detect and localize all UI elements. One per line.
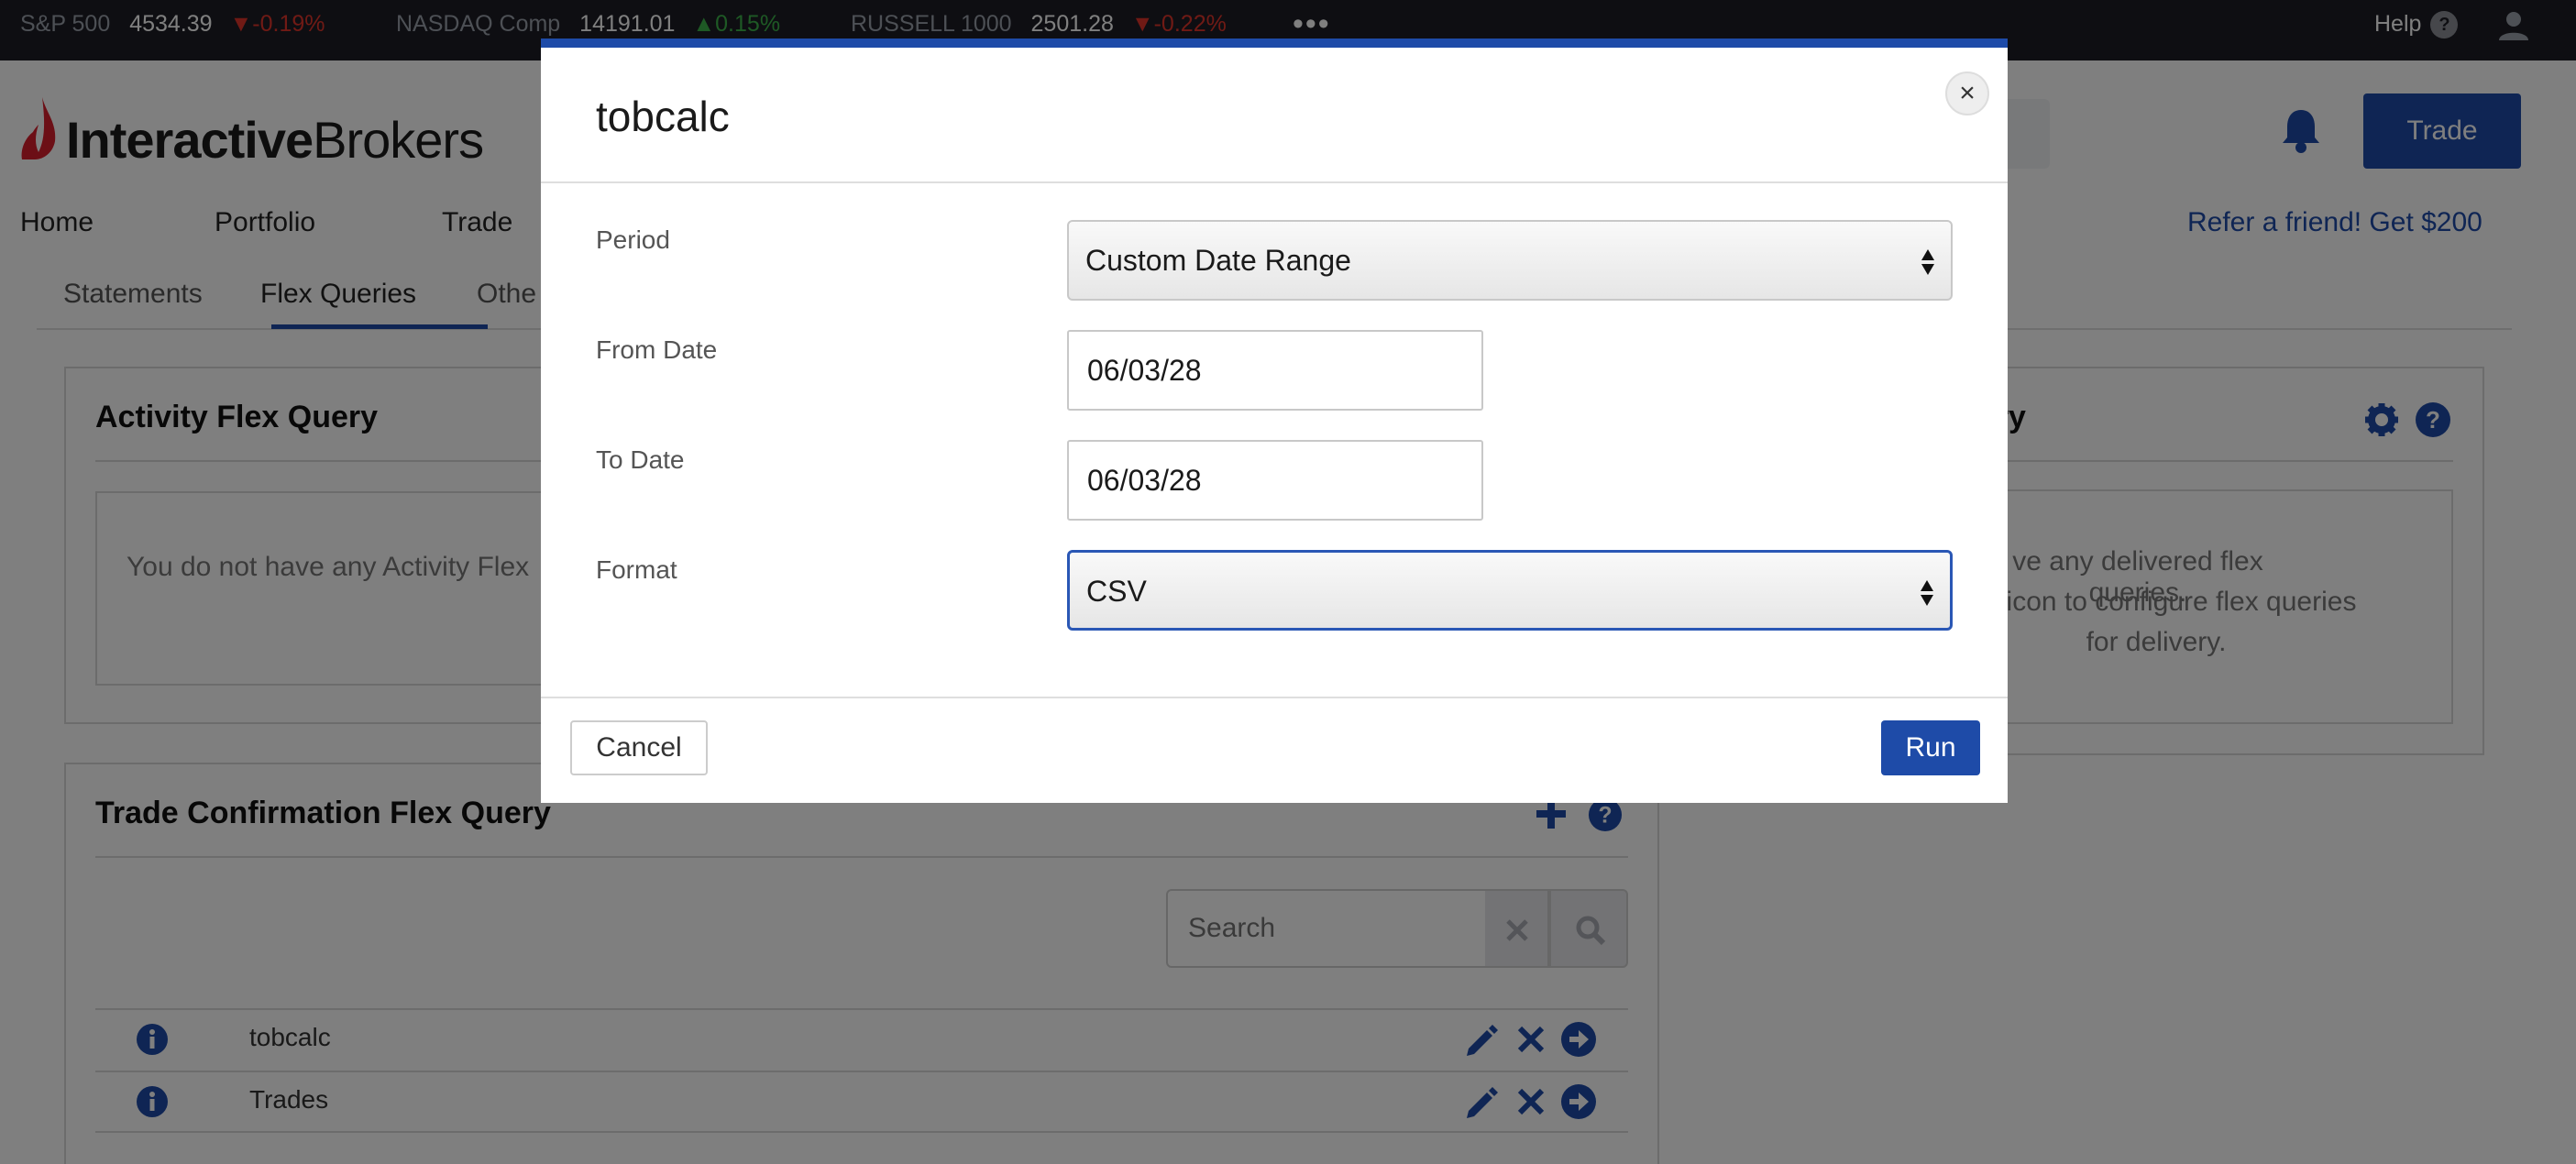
run-query-dialog: tobcalc × Period Custom Date Range From … <box>541 38 2008 803</box>
period-label: Period <box>596 225 670 254</box>
from-date-label: From Date <box>596 335 718 364</box>
format-label: Format <box>596 555 677 584</box>
format-select[interactable]: CSV <box>1067 550 1953 631</box>
select-arrows-icon <box>1921 249 1934 275</box>
period-select[interactable]: Custom Date Range <box>1067 220 1953 301</box>
from-date-field[interactable] <box>1067 330 1483 411</box>
divider <box>541 697 2008 698</box>
to-date-field[interactable] <box>1067 440 1483 521</box>
period-selected-value: Custom Date Range <box>1085 244 1351 277</box>
dialog-title: tobcalc <box>596 93 730 140</box>
close-icon[interactable]: × <box>1945 71 1989 115</box>
divider <box>541 181 2008 183</box>
select-arrows-icon <box>1921 580 1933 606</box>
from-date-input[interactable] <box>1069 332 1481 409</box>
cancel-button[interactable]: Cancel <box>570 720 708 775</box>
run-button[interactable]: Run <box>1881 720 1980 775</box>
to-date-label: To Date <box>596 445 685 474</box>
to-date-input[interactable] <box>1069 442 1481 519</box>
format-selected-value: CSV <box>1086 575 1147 608</box>
